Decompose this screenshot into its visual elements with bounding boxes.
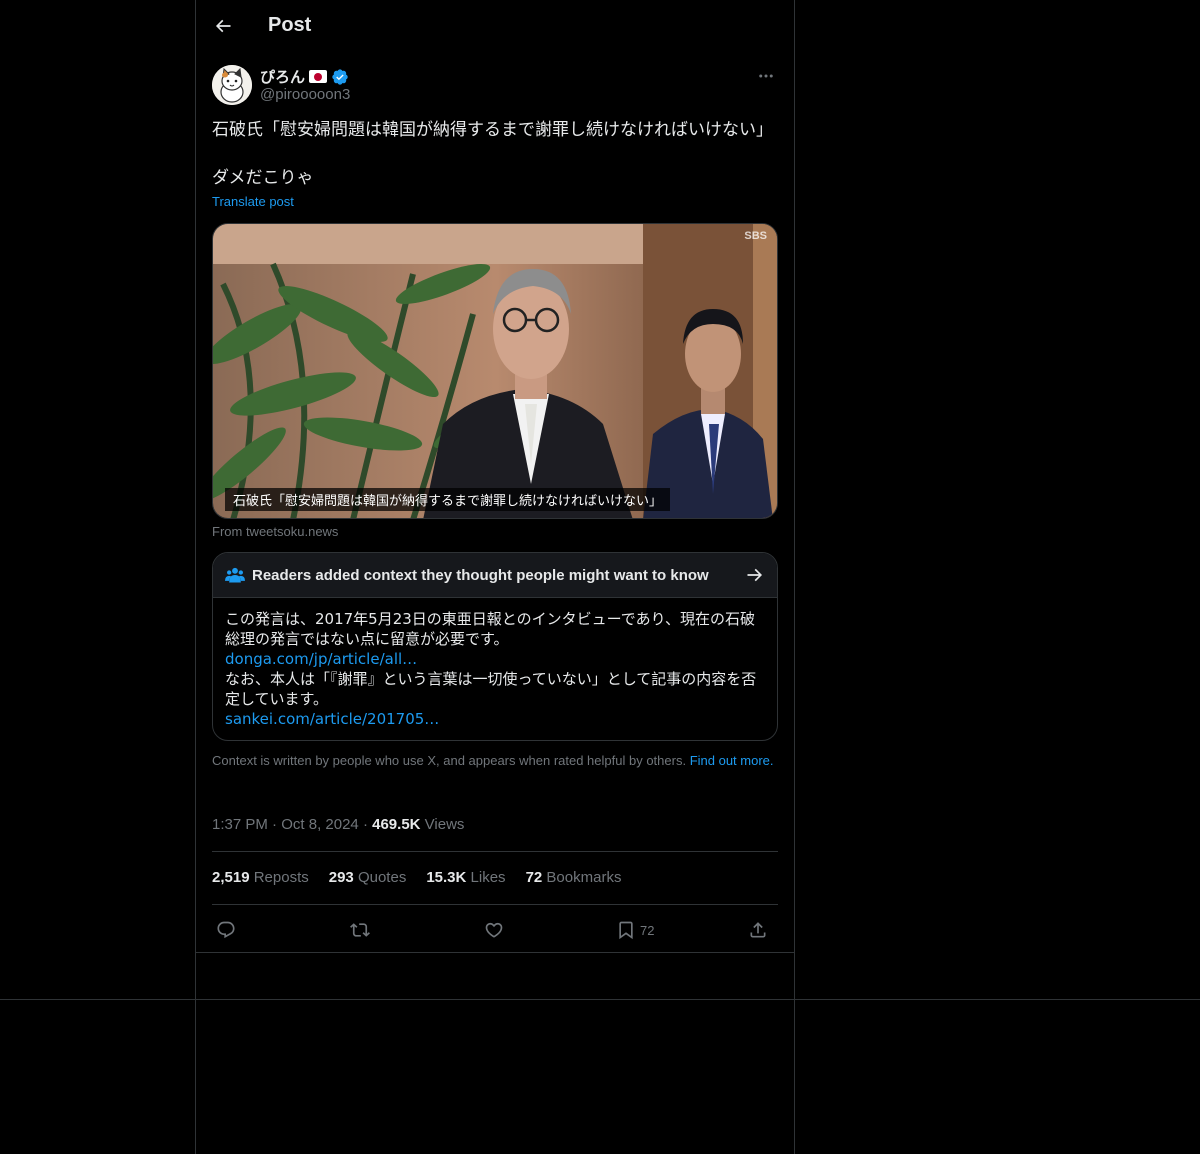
bookmarks-stat[interactable]: 72 Bookmarks <box>526 869 622 886</box>
media-caption: 石破氏「慰安婦問題は韓国が納得するまで謝罪し続けなければいけない」 <box>225 488 671 511</box>
translate-post-link[interactable]: Translate post <box>212 194 294 209</box>
community-note-link[interactable]: sankei.com/article/201705… <box>225 709 767 729</box>
avatar[interactable] <box>212 65 252 105</box>
post-time[interactable]: 1:37 PM <box>212 816 268 833</box>
media-watermark: SBS <box>744 230 767 242</box>
page-header: Post <box>196 0 794 53</box>
post-text: 石破氏「慰安婦問題は韓国が納得するまで謝罪し続けなければいけない」 ダメだこりゃ <box>212 120 773 188</box>
find-out-more-link[interactable]: Find out more. <box>690 753 774 768</box>
japan-flag-icon <box>309 70 328 83</box>
community-note-text: なお、本人は「『謝罪』という言葉は一切使っていない」として記事の内容を否定してい… <box>225 670 757 708</box>
community-note-body: この発言は、2017年5月23日の東亜日報とのインタビューであり、現在の石破総理… <box>225 609 767 729</box>
more-dots-icon <box>759 74 773 78</box>
reposts-count: 2,519 <box>212 869 250 886</box>
repost-button[interactable] <box>350 916 370 944</box>
link-source[interactable]: From tweetsoku.news <box>212 524 338 539</box>
reposts-label: Reposts <box>253 869 309 886</box>
quotes-count: 293 <box>328 869 354 886</box>
repost-icon <box>350 923 370 937</box>
divider <box>212 851 778 852</box>
community-note-link[interactable]: donga.com/jp/article/all… <box>225 649 767 669</box>
like-button[interactable] <box>484 916 504 944</box>
community-note-text: この発言は、2017年5月23日の東亜日報とのインタビューであり、現在の石破総理… <box>225 610 756 648</box>
post-media-image[interactable]: SBS 石破氏「慰安婦問題は韓国が納得するまで謝罪し続けなければいけない」 <box>212 223 778 519</box>
bookmarks-count: 72 <box>525 869 543 886</box>
share-icon <box>750 922 766 938</box>
post-actions: 72 <box>212 916 778 944</box>
user-handle[interactable]: @pirooooon3 <box>260 86 350 103</box>
views-count: 469.5K <box>372 816 421 833</box>
back-button[interactable] <box>208 11 238 41</box>
heart-icon <box>485 922 503 938</box>
page-title: Post <box>268 14 312 36</box>
community-note: Readers added context they thought peopl… <box>212 552 778 741</box>
arrow-right-icon <box>747 568 763 582</box>
likes-label: Likes <box>470 869 506 886</box>
community-note-footer: Context is written by people who use X, … <box>212 753 778 769</box>
community-note-header[interactable]: Readers added context they thought peopl… <box>213 553 777 598</box>
quotes-stat[interactable]: 293 Quotes <box>329 869 407 886</box>
display-name[interactable]: ぴろん <box>260 66 349 87</box>
post-author: ぴろん @pirooooon3 <box>212 64 778 108</box>
divider <box>196 952 794 953</box>
reposts-stat[interactable]: 2,519 Reposts <box>212 869 309 886</box>
bookmark-count: 72 <box>640 922 655 938</box>
main-column: Post ぴろん @pirooooon3 石破氏「慰安婦問題は韓国が納得するまで… <box>195 0 795 1154</box>
display-name-text: ぴろん <box>260 69 306 86</box>
reply-button[interactable] <box>216 916 236 944</box>
likes-stat[interactable]: 15.3K Likes <box>426 869 505 886</box>
post-stats: 2,519 Reposts 293 Quotes 15.3K Likes 72 … <box>212 869 621 886</box>
more-options-button[interactable] <box>754 64 778 88</box>
post-timestamp: 1:37 PM · Oct 8, 2024 · 469.5K Views <box>212 816 465 833</box>
community-note-title: Readers added context they thought peopl… <box>252 567 709 584</box>
views-label: Views <box>424 816 465 833</box>
arrow-left-icon <box>215 19 231 33</box>
post-date[interactable]: Oct 8, 2024 <box>281 816 359 833</box>
verified-badge-icon[interactable] <box>331 68 349 86</box>
reply-icon <box>217 921 235 939</box>
share-button[interactable] <box>748 916 768 944</box>
divider <box>0 999 1200 1000</box>
quotes-label: Quotes <box>357 869 407 886</box>
bookmark-icon <box>619 921 633 940</box>
community-note-footer-text: Context is written by people who use X, … <box>212 753 687 768</box>
bookmark-button[interactable]: 72 <box>616 916 654 944</box>
bookmarks-label: Bookmarks <box>546 869 622 886</box>
divider <box>212 904 778 905</box>
likes-count: 15.3K <box>426 869 467 886</box>
people-icon <box>225 567 245 583</box>
